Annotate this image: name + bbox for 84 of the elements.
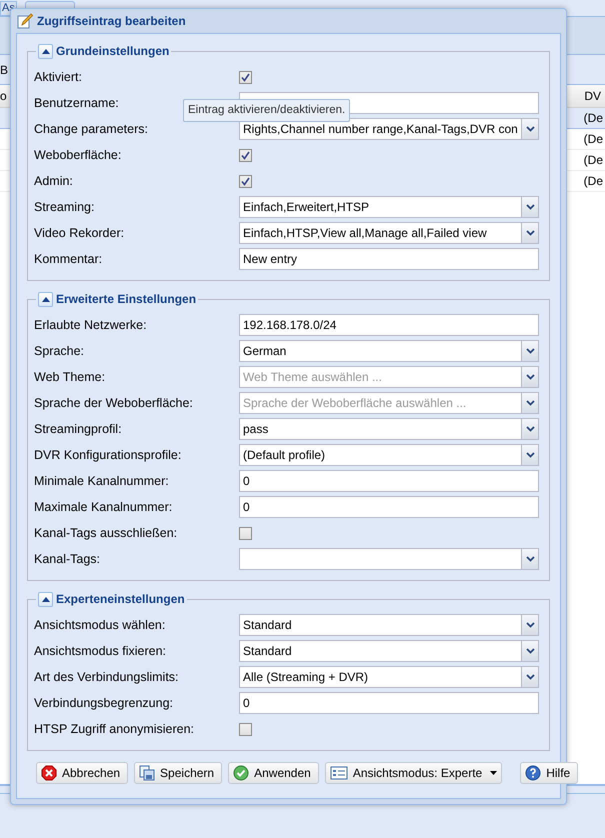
triangle-up-icon xyxy=(42,596,50,602)
help-icon xyxy=(525,765,542,781)
field-label: Art des Verbindungslimits: xyxy=(34,668,179,686)
chevron-down-icon xyxy=(526,230,534,236)
tooltip: Eintrag aktivieren/deaktivieren. xyxy=(183,99,350,122)
dropdown-field[interactable]: Standard xyxy=(239,640,539,662)
section-title: Erweiterte Einstellungen xyxy=(56,291,196,308)
dialog-button[interactable]: Anwenden xyxy=(228,762,319,784)
dropdown-field[interactable]: Standard xyxy=(239,614,539,636)
field-label: Weboberfläche: xyxy=(34,146,122,164)
triangle-up-icon xyxy=(42,48,50,54)
list-icon xyxy=(330,765,348,781)
chevron-down-icon xyxy=(526,674,534,680)
field-label: Ansichtsmodus fixieren: xyxy=(34,642,166,660)
chevron-down-icon xyxy=(526,400,534,406)
field-label: Streaming: xyxy=(34,198,94,216)
field-label: Change parameters: xyxy=(34,120,148,138)
field-label: Kanal-Tags ausschließen: xyxy=(34,524,178,542)
dropdown-field[interactable]: Einfach,Erweitert,HTSP xyxy=(239,196,539,218)
chevron-down-icon xyxy=(526,426,534,432)
checked-checkbox[interactable] xyxy=(239,174,252,188)
field-label: DVR Konfigurationsprofile: xyxy=(34,446,182,464)
collapse-toggle[interactable] xyxy=(38,292,53,306)
field-label: Sprache: xyxy=(34,342,84,360)
dropdown-field[interactable]: Alle (Streaming + DVR) xyxy=(239,666,539,688)
field-label: Streamingprofil: xyxy=(34,420,122,438)
dropdown-field[interactable]: Einfach,HTSP,View all,Manage all,Failed view xyxy=(239,222,539,244)
field-label: Kommentar: xyxy=(34,250,102,268)
field-label: Video Rekorder: xyxy=(34,224,124,242)
checkbox[interactable] xyxy=(239,722,252,736)
field-label: Minimale Kanalnummer: xyxy=(34,472,169,490)
dropdown-field[interactable]: (Default profile) xyxy=(239,444,539,466)
section-title: Experteneinstellungen xyxy=(56,591,185,608)
checked-checkbox[interactable] xyxy=(239,148,252,162)
chevron-down-icon xyxy=(526,556,534,562)
field-label: Kanal-Tags: xyxy=(34,550,100,568)
text-field[interactable]: 192.168.178.0/24 xyxy=(239,314,539,336)
dropdown-field[interactable]: German xyxy=(239,340,539,362)
dropdown-field[interactable]: Rights,Channel number range,Kanal-Tags,DVR con xyxy=(239,118,539,140)
dialog-button[interactable]: Hilfe xyxy=(520,762,578,784)
dropdown-field[interactable]: pass xyxy=(239,418,539,440)
triangle-up-icon xyxy=(42,296,50,302)
text-field[interactable]: 0 xyxy=(239,692,539,714)
field-label: Ansichtsmodus wählen: xyxy=(34,616,166,634)
field-label: Benutzername: xyxy=(34,94,119,112)
chevron-down-icon xyxy=(526,374,534,380)
dialog-button[interactable]: Speichern xyxy=(134,762,222,784)
pencil-icon xyxy=(17,13,33,29)
chevron-down-icon xyxy=(526,452,534,458)
dropdown-field[interactable] xyxy=(239,548,539,570)
field-label: Web Theme: xyxy=(34,368,106,386)
text-field[interactable]: New entry xyxy=(239,248,539,270)
collapse-toggle[interactable] xyxy=(38,592,53,606)
table-cell-text: (De xyxy=(584,152,603,169)
check-icon xyxy=(233,765,250,781)
chevron-down-icon xyxy=(526,204,534,210)
checkbox[interactable] xyxy=(239,526,252,540)
chevron-down-icon xyxy=(526,126,534,132)
field-label: Erlaubte Netzwerke: xyxy=(34,316,147,334)
column-header: o xyxy=(0,88,7,105)
cancel-icon xyxy=(41,765,57,781)
collapse-toggle[interactable] xyxy=(38,44,53,58)
field-label: Maximale Kanalnummer: xyxy=(34,498,172,516)
field-label: Admin: xyxy=(34,172,73,190)
checked-checkbox[interactable] xyxy=(239,70,252,84)
text-field[interactable]: 0 xyxy=(239,496,539,518)
table-cell-text: (De xyxy=(584,131,603,148)
dialog-button[interactable]: Ansichtsmodus: Experte xyxy=(324,762,502,784)
text-field[interactable]: 0 xyxy=(239,470,539,492)
field-label: Aktiviert: xyxy=(34,68,82,86)
documents-icon xyxy=(139,765,156,781)
chevron-down-icon xyxy=(526,648,534,654)
field-label: Verbindungsbegrenzung: xyxy=(34,694,174,712)
window-title: Zugriffseintrag bearbeiten xyxy=(37,13,186,30)
field-label: Sprache der Weboberfläche: xyxy=(34,394,193,412)
chevron-down-icon xyxy=(526,622,534,628)
dialog-button[interactable]: Abbrechen xyxy=(36,762,128,784)
section-title: Grundeinstellungen xyxy=(56,43,170,60)
column-header: DV xyxy=(584,88,601,105)
table-cell-text: (De xyxy=(584,110,603,127)
table-cell-text: (De xyxy=(584,173,603,190)
field-label: HTSP Zugriff anonymisieren: xyxy=(34,720,194,738)
toolbar-text: B xyxy=(0,62,8,78)
chevron-down-icon xyxy=(526,348,534,354)
